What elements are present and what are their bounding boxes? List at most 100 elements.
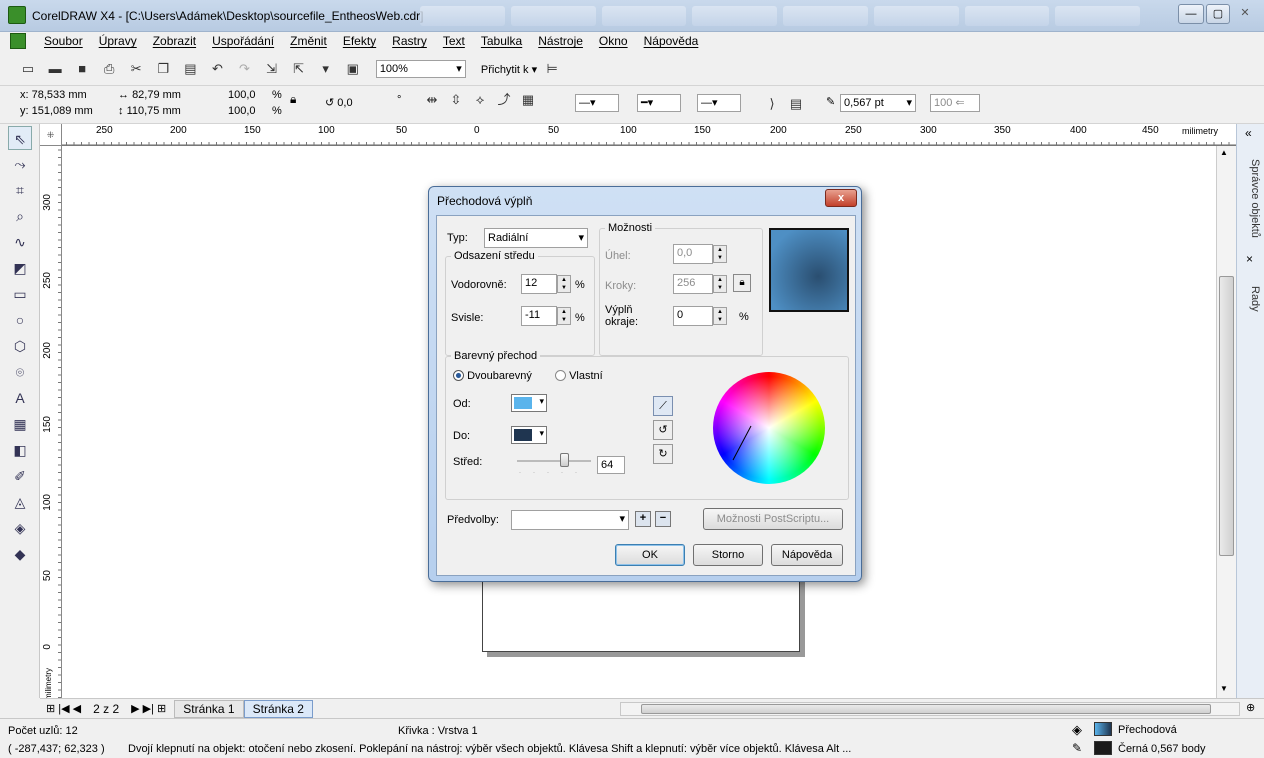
custom-option[interactable]: Vlastní <box>555 370 603 382</box>
fill-preview[interactable] <box>769 228 849 312</box>
menu-zobrazit[interactable]: Zobrazit <box>153 34 196 48</box>
paste-icon[interactable]: ▤ <box>180 59 200 79</box>
from-color-picker[interactable]: ▾ <box>511 394 547 412</box>
rotation-field[interactable]: ↺ 0,0 <box>325 96 353 109</box>
convert-to-curves-icon[interactable]: ⤴ <box>494 90 514 110</box>
save-icon[interactable]: ■ <box>72 59 92 79</box>
import-icon[interactable]: ⇲ <box>262 59 282 79</box>
postscript-options-button[interactable]: Možnosti PostScriptu... <box>703 508 843 530</box>
outline-swatch[interactable] <box>1094 741 1112 755</box>
close-button[interactable]: ✕ <box>1232 4 1258 24</box>
edge-pad-spinner[interactable]: ▲ ▼ <box>713 307 727 325</box>
redo-icon[interactable]: ↷ <box>235 59 255 79</box>
page-tab-2[interactable]: Stránka 2 <box>243 699 313 718</box>
mirror-horizontal-icon[interactable]: ⇹ <box>422 90 442 110</box>
rectangle-tool-icon[interactable]: ▭ <box>8 282 32 306</box>
close-docker-icon[interactable]: × <box>1246 252 1253 266</box>
opacity-field[interactable]: 100 ⇐ <box>930 94 980 112</box>
print-icon[interactable]: ⎙ <box>99 59 119 79</box>
object-manager-tab[interactable]: Správce objektů <box>1241 146 1261 250</box>
scroll-up-icon[interactable]: ▲ <box>1220 148 1228 157</box>
wrap-paragraph-icon[interactable]: ▤ <box>786 94 806 114</box>
end-arrow-select[interactable]: —▾ <box>697 94 741 112</box>
undo-icon[interactable]: ↶ <box>207 59 227 79</box>
horizontal-offset-spinner[interactable]: ▲ ▼ <box>557 275 571 293</box>
scale-x-field[interactable]: 100,0 <box>228 89 256 101</box>
width-field[interactable]: ↔ 82,79 mm <box>118 89 181 101</box>
vertical-offset-input[interactable]: -11 <box>521 306 557 326</box>
hints-tab[interactable]: Rady <box>1241 274 1261 324</box>
polygon-tool-icon[interactable]: ⬡ <box>8 334 32 358</box>
crop-tool-icon[interactable]: ⌗ <box>8 178 32 202</box>
document-icon[interactable] <box>10 33 26 49</box>
fill-swatch[interactable] <box>1094 722 1112 736</box>
eyedropper-tool-icon[interactable]: ✐ <box>8 464 32 488</box>
menu-usporadani[interactable]: Uspořádání <box>212 34 274 48</box>
zoom-tool-icon[interactable]: ⌕ <box>8 204 32 228</box>
interactive-fill-tool-icon[interactable]: ◆ <box>8 542 32 566</box>
vertical-ruler[interactable]: 300 250 200 150 100 50 0 milimetry <box>40 146 62 700</box>
clockwise-path-icon[interactable]: ↻ <box>653 444 673 464</box>
counterclockwise-path-icon[interactable]: ↺ <box>653 420 673 440</box>
minimize-button[interactable]: — <box>1178 4 1204 24</box>
snap-to-dropdown[interactable]: Přichytit k ▾ <box>481 64 537 76</box>
cut-icon[interactable]: ✂ <box>126 59 146 79</box>
ruler-origin-icon[interactable]: ⁜ <box>40 124 62 146</box>
menu-napoveda[interactable]: Nápověda <box>644 34 699 48</box>
page-tab-1[interactable]: Stránka 1 <box>174 699 244 718</box>
snap-options-icon[interactable]: ⊨ <box>542 59 562 79</box>
menu-okno[interactable]: Okno <box>599 34 628 48</box>
fill-tool-icon[interactable]: ◈ <box>8 516 32 540</box>
angle-input[interactable]: 0,0 <box>673 244 713 264</box>
horizontal-scroll-thumb[interactable] <box>641 704 1211 714</box>
help-button[interactable]: Nápověda <box>771 544 843 566</box>
horizontal-offset-input[interactable]: 12 <box>521 274 557 294</box>
freehand-tool-icon[interactable]: ∿ <box>8 230 32 254</box>
basic-shapes-tool-icon[interactable]: ⌾ <box>8 360 32 384</box>
maximize-button[interactable]: ▢ <box>1206 4 1230 24</box>
mirror-vertical-icon[interactable]: ⇳ <box>446 90 466 110</box>
fill-type-select[interactable]: Radiální ▾ <box>484 228 588 248</box>
to-color-picker[interactable]: ▾ <box>511 426 547 444</box>
close-curve-icon[interactable]: ⟩ <box>762 94 782 114</box>
blend-tool-icon[interactable]: ◧ <box>8 438 32 462</box>
start-arrow-select[interactable]: —▾ <box>575 94 619 112</box>
application-launcher-icon[interactable]: ▾ <box>316 59 336 79</box>
pick-tool-icon[interactable]: ⇖ <box>8 126 32 150</box>
menu-soubor[interactable]: Soubor <box>44 34 83 48</box>
horizontal-scrollbar[interactable] <box>620 702 1240 716</box>
lock-ratio-icon[interactable]: 🔒︎ <box>290 92 296 107</box>
ellipse-tool-icon[interactable]: ○ <box>8 308 32 332</box>
scroll-down-icon[interactable]: ▼ <box>1220 684 1228 693</box>
coreldraw-app-icon[interactable] <box>8 6 26 24</box>
two-color-option[interactable]: Dvoubarevný <box>453 370 532 382</box>
scale-y-field[interactable]: 100,0 <box>228 105 256 117</box>
vertical-scroll-thumb[interactable] <box>1219 276 1234 556</box>
position-y[interactable]: y: 151,089 mm <box>20 105 93 117</box>
outline-width-select[interactable]: 0,567 pt ▾ <box>840 94 916 112</box>
midpoint-input[interactable]: 64 <box>597 456 625 474</box>
ok-button[interactable]: OK <box>615 544 685 566</box>
position-x[interactable]: x: 78,533 mm <box>20 89 87 101</box>
new-file-icon[interactable]: ▭ <box>18 59 38 79</box>
menu-efekty[interactable]: Efekty <box>343 34 376 48</box>
menu-nastroje[interactable]: Nástroje <box>538 34 583 48</box>
table-tool-icon[interactable]: ▦ <box>8 412 32 436</box>
zoom-level-select[interactable]: 100% ▾ <box>375 60 466 78</box>
line-style-select[interactable]: ━▾ <box>637 94 681 112</box>
dialog-close-button[interactable]: x <box>825 189 857 207</box>
break-apart-icon[interactable]: ⟡ <box>470 90 490 110</box>
steps-input[interactable]: 256 <box>673 274 713 294</box>
lock-steps-icon[interactable]: 🔒︎ <box>733 274 751 292</box>
height-field[interactable]: ↕ 110,75 mm <box>118 105 181 117</box>
smart-fill-tool-icon[interactable]: ◩ <box>8 256 32 280</box>
angle-spinner[interactable]: ▲ ▼ <box>713 245 727 263</box>
outline-tool-icon[interactable]: ◬ <box>8 490 32 514</box>
steps-spinner[interactable]: ▲ ▼ <box>713 275 727 293</box>
wrap-text-icon[interactable]: ▦ <box>518 90 538 110</box>
menu-tabulka[interactable]: Tabulka <box>481 34 522 48</box>
midpoint-slider-thumb[interactable] <box>560 453 570 467</box>
zoom-pan-icon[interactable]: ⊕ <box>1246 701 1255 714</box>
menu-zmenit[interactable]: Změnit <box>290 34 327 48</box>
first-page-icon[interactable]: ⊞ |◀ ◀ <box>46 702 81 715</box>
